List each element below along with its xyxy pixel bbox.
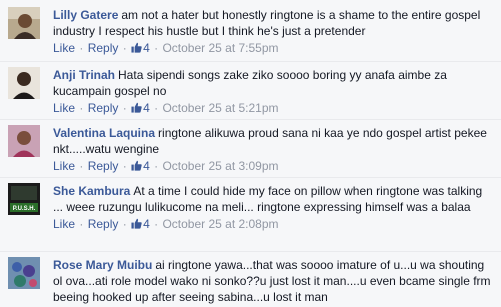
reply-link[interactable]: Reply: [88, 159, 119, 173]
divider: [0, 251, 501, 252]
avatar[interactable]: [8, 257, 40, 289]
separator-dot: ·: [154, 41, 159, 55]
comment-author[interactable]: She Kambura: [53, 184, 130, 198]
avatar[interactable]: [8, 125, 40, 157]
svg-text:P.U.S.H.: P.U.S.H.: [13, 206, 36, 212]
comment-timestamp[interactable]: October 25 at 7:55pm: [162, 41, 278, 55]
separator-dot: ·: [154, 159, 159, 173]
separator-dot: ·: [79, 41, 84, 55]
separator-dot: ·: [122, 101, 127, 115]
comment-meta: Like · Reply · 4 · October 25 at 2:08pm: [53, 216, 493, 232]
separator-dot: ·: [122, 41, 127, 55]
separator-dot: ·: [154, 101, 159, 115]
comment-body: Anji Trinah Hata sipendi songs zake ziko …: [53, 67, 493, 116]
divider: [0, 61, 501, 62]
avatar[interactable]: P.U.S.H.: [8, 183, 40, 215]
thumbs-up-icon: [131, 218, 142, 229]
separator-dot: ·: [79, 217, 84, 231]
comment-meta: Like · Reply · 4 · October 25 at 5:21pm: [53, 100, 493, 116]
comment-timestamp[interactable]: October 25 at 2:08pm: [162, 217, 278, 231]
like-link[interactable]: Like: [53, 159, 75, 173]
thumbs-up-icon: [131, 42, 142, 53]
comment-author[interactable]: Valentina Laquina: [53, 126, 155, 140]
comment-body: Valentina Laquina ringtone alikuwa proud …: [53, 125, 493, 174]
like-link[interactable]: Like: [53, 41, 75, 55]
comment-author[interactable]: Lilly Gatere: [53, 8, 118, 22]
profile-photo-woman-icon: [8, 125, 40, 157]
separator-dot: ·: [154, 217, 159, 231]
like-count[interactable]: 4: [131, 159, 150, 173]
comment-timestamp[interactable]: October 25 at 5:21pm: [162, 101, 278, 115]
comment-author[interactable]: Anji Trinah: [53, 68, 115, 82]
like-count[interactable]: 4: [131, 41, 150, 55]
push-logo-icon: P.U.S.H.: [8, 183, 40, 215]
comment-meta: Like · Reply · 4 · October 25 at 7:55pm: [53, 40, 493, 56]
separator-dot: ·: [79, 159, 84, 173]
like-link[interactable]: Like: [53, 101, 75, 115]
comment-body: She Kambura At a time I could hide my fac…: [53, 183, 493, 232]
thumbs-up-icon: [131, 102, 142, 113]
reply-link[interactable]: Reply: [88, 217, 119, 231]
comment-meta: Like · Reply · 4 · October 25 at 3:09pm: [53, 158, 493, 174]
avatar[interactable]: [8, 7, 40, 39]
comment-body: Rose Mary Muibu ai ringtone yawa...that w…: [53, 257, 493, 305]
reply-link[interactable]: Reply: [88, 101, 119, 115]
profile-photo-woman-icon: [8, 7, 40, 39]
divider: [0, 119, 501, 120]
separator-dot: ·: [122, 159, 127, 173]
comment-body: Lilly Gatere am not a hater but honestly …: [53, 7, 493, 56]
thumbs-up-icon: [131, 160, 142, 171]
divider: [0, 177, 501, 178]
like-count[interactable]: 4: [131, 217, 150, 231]
comment-list: Lilly Gatere am not a hater but honestly …: [0, 0, 501, 307]
profile-photo-flowers-icon: [8, 257, 40, 289]
profile-photo-woman-icon: [8, 67, 40, 99]
comment-timestamp[interactable]: October 25 at 3:09pm: [162, 159, 278, 173]
separator-dot: ·: [122, 217, 127, 231]
comment-author[interactable]: Rose Mary Muibu: [53, 258, 152, 272]
like-count[interactable]: 4: [131, 101, 150, 115]
reply-link[interactable]: Reply: [88, 41, 119, 55]
like-link[interactable]: Like: [53, 217, 75, 231]
separator-dot: ·: [79, 101, 84, 115]
avatar[interactable]: [8, 67, 40, 99]
